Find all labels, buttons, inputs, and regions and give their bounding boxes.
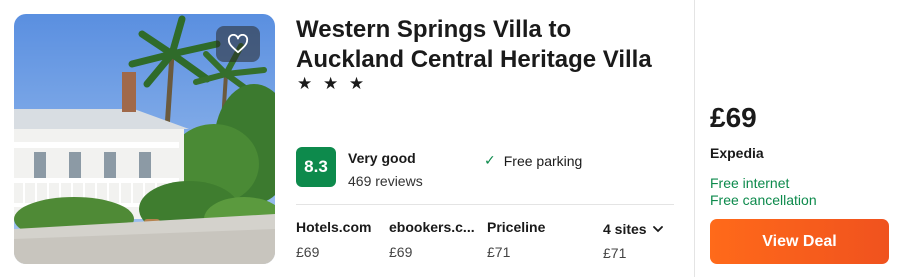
more-sites-label: 4 sites — [603, 221, 647, 237]
more-sites-dropdown[interactable]: 4 sites — [603, 221, 663, 237]
hotel-photo[interactable] — [14, 14, 275, 264]
amenity-free-parking: ✓ Free parking — [484, 152, 582, 169]
site-price-priceline[interactable]: Priceline £71 — [487, 219, 545, 260]
more-sites-price: £71 — [603, 245, 627, 261]
rating-label: Very good — [348, 150, 416, 166]
site-name: Priceline — [487, 219, 546, 235]
site-price-ebookers[interactable]: ebookers.c... £69 — [389, 219, 475, 260]
site-name: ebookers.c... — [389, 219, 475, 235]
hotel-title[interactable]: Western Springs Villa to Auckland Centra… — [296, 15, 676, 75]
divider — [296, 204, 674, 205]
chevron-down-icon — [652, 225, 663, 232]
site-price: £71 — [487, 244, 511, 260]
deal-provider: Expedia — [710, 145, 764, 161]
amenity-label: Free parking — [503, 152, 583, 169]
deal-price: £69 — [710, 102, 757, 133]
rating-score-badge: 8.3 — [296, 147, 336, 187]
site-price: £69 — [296, 244, 320, 260]
heart-icon — [227, 34, 249, 54]
star-rating: ★ ★ ★ — [297, 74, 368, 93]
check-icon: ✓ — [484, 152, 496, 168]
site-price: £69 — [389, 244, 413, 260]
view-deal-button[interactable]: View Deal — [710, 219, 889, 264]
divider — [694, 0, 695, 277]
site-price-hotels-com[interactable]: Hotels.com £69 — [296, 219, 371, 260]
favorite-button[interactable] — [216, 26, 260, 62]
site-name: Hotels.com — [296, 219, 372, 235]
perk-free-cancellation: Free cancellation — [710, 192, 817, 208]
review-count[interactable]: 469 reviews — [348, 173, 423, 189]
hotel-card: Western Springs Villa to Auckland Centra… — [0, 0, 906, 277]
perk-free-internet: Free internet — [710, 175, 790, 191]
